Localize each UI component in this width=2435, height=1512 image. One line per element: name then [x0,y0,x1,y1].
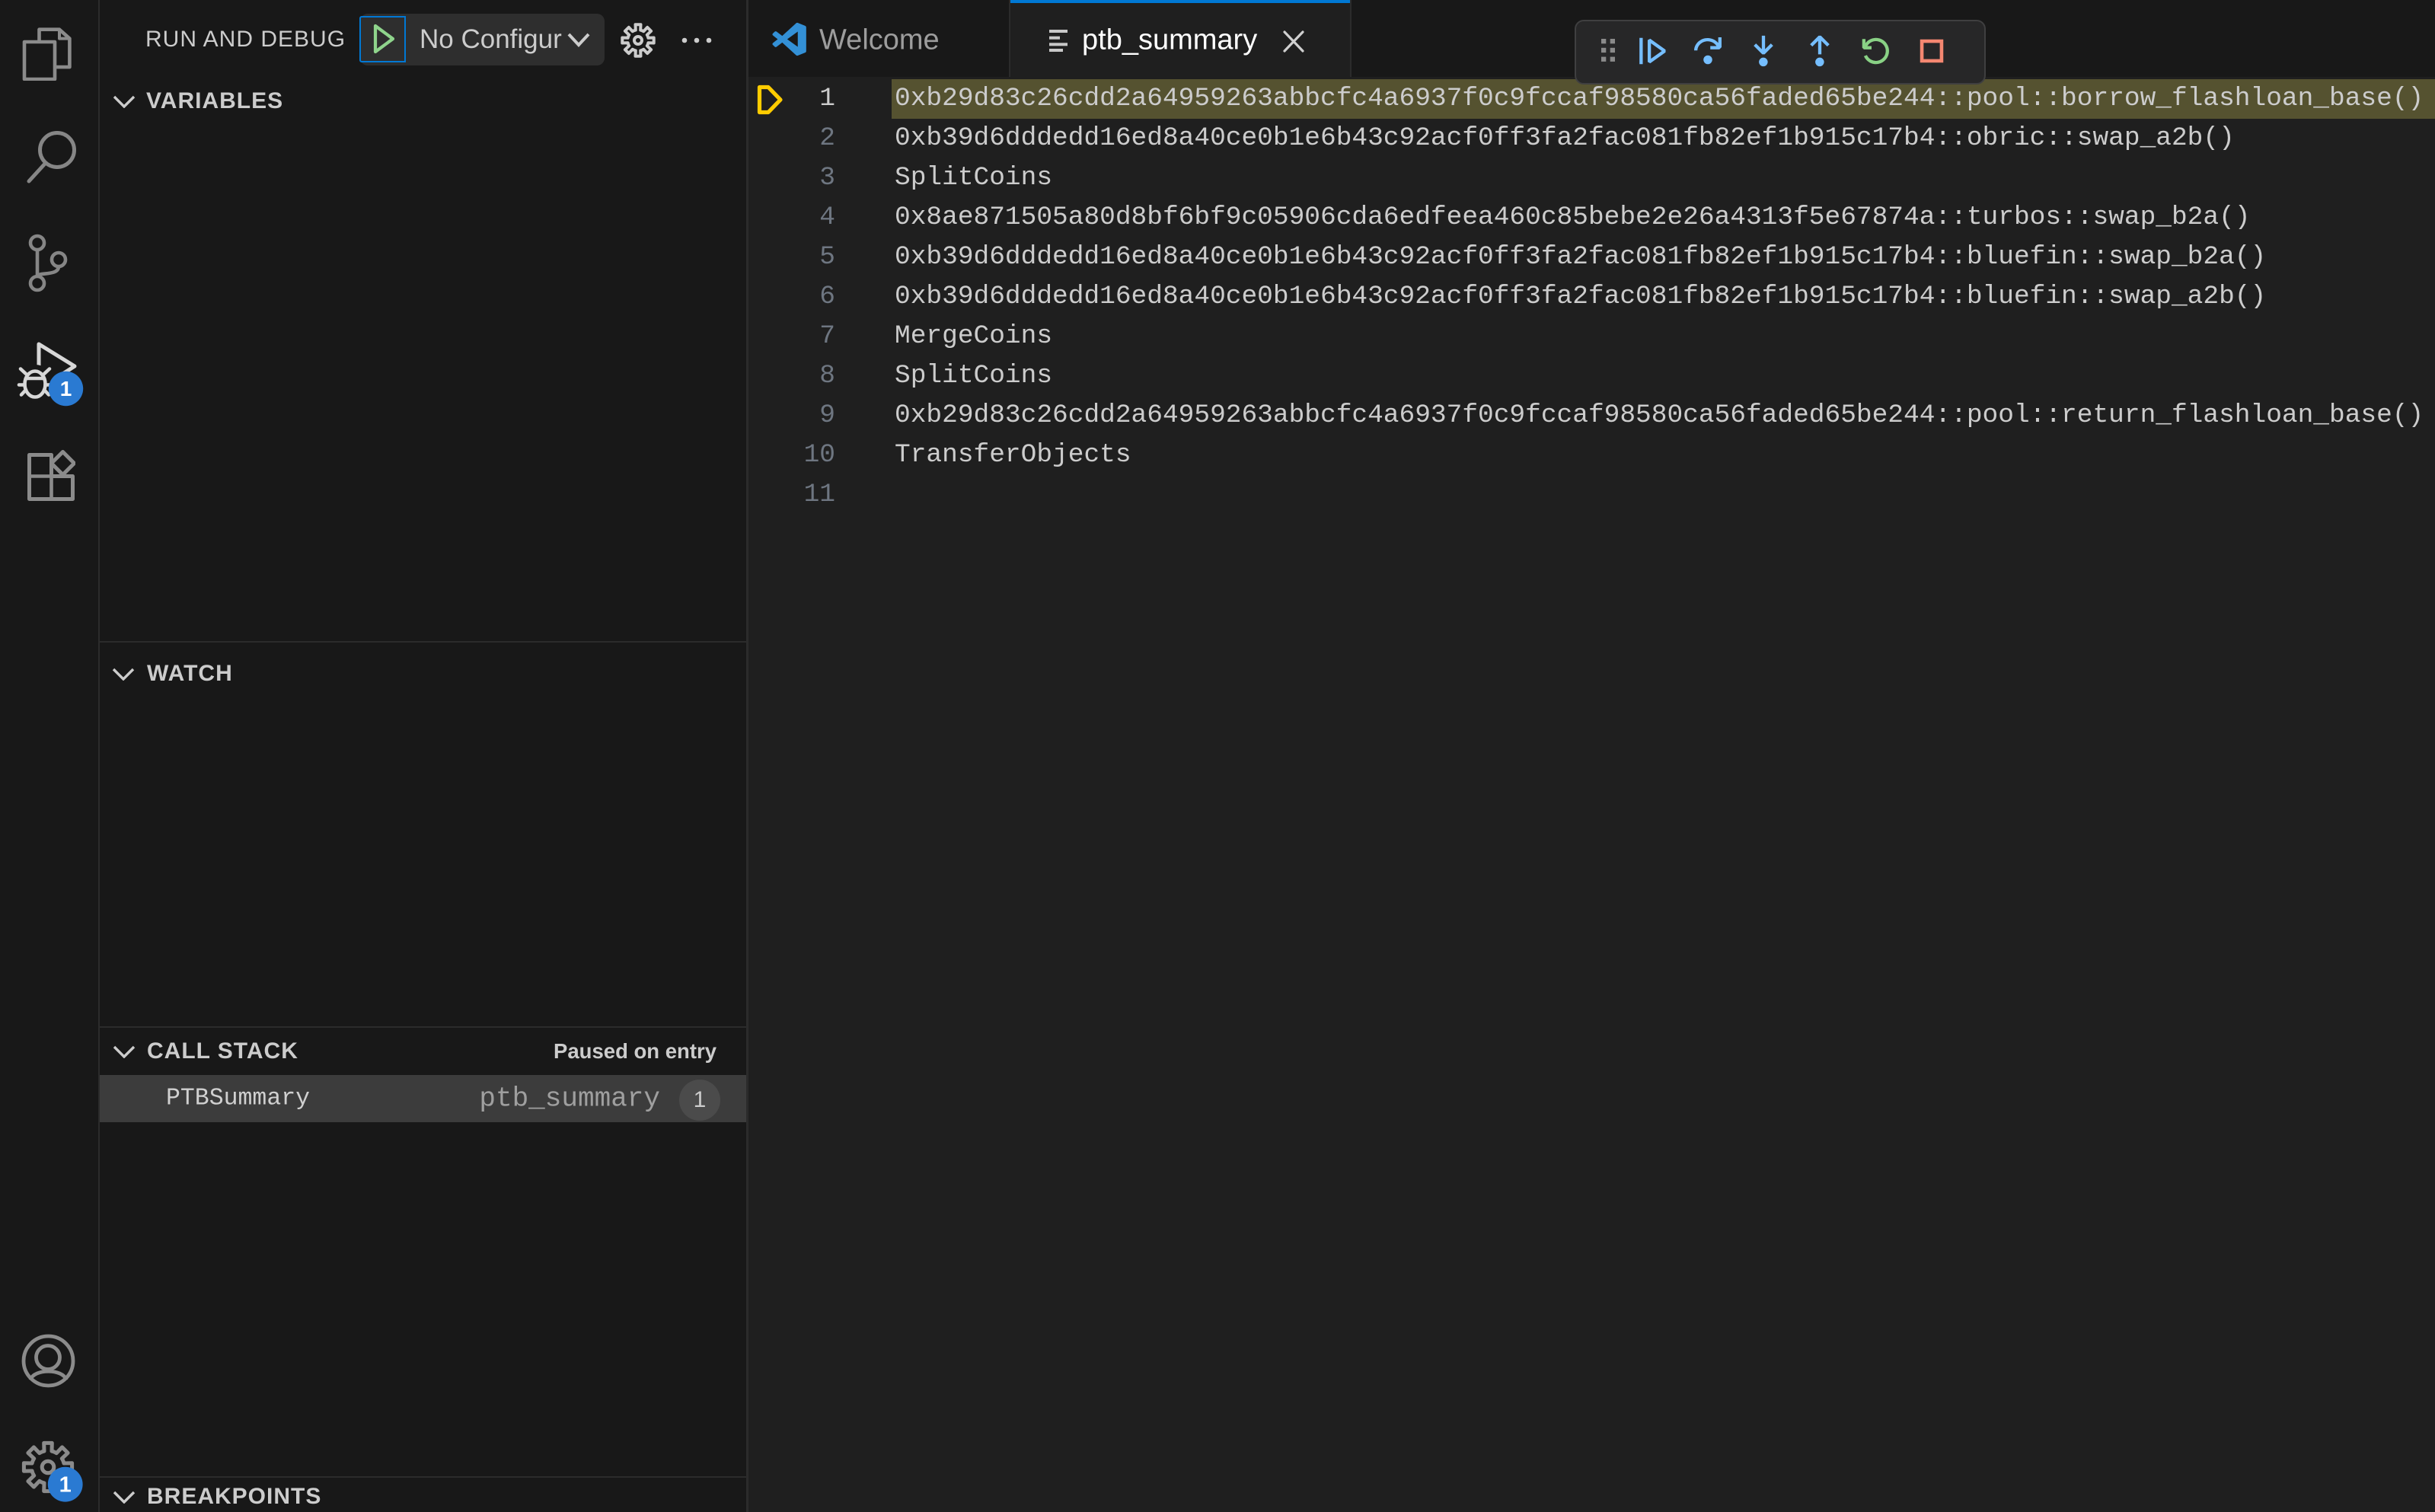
svg-text:1: 1 [60,377,72,400]
svg-text:1: 1 [59,1473,72,1498]
